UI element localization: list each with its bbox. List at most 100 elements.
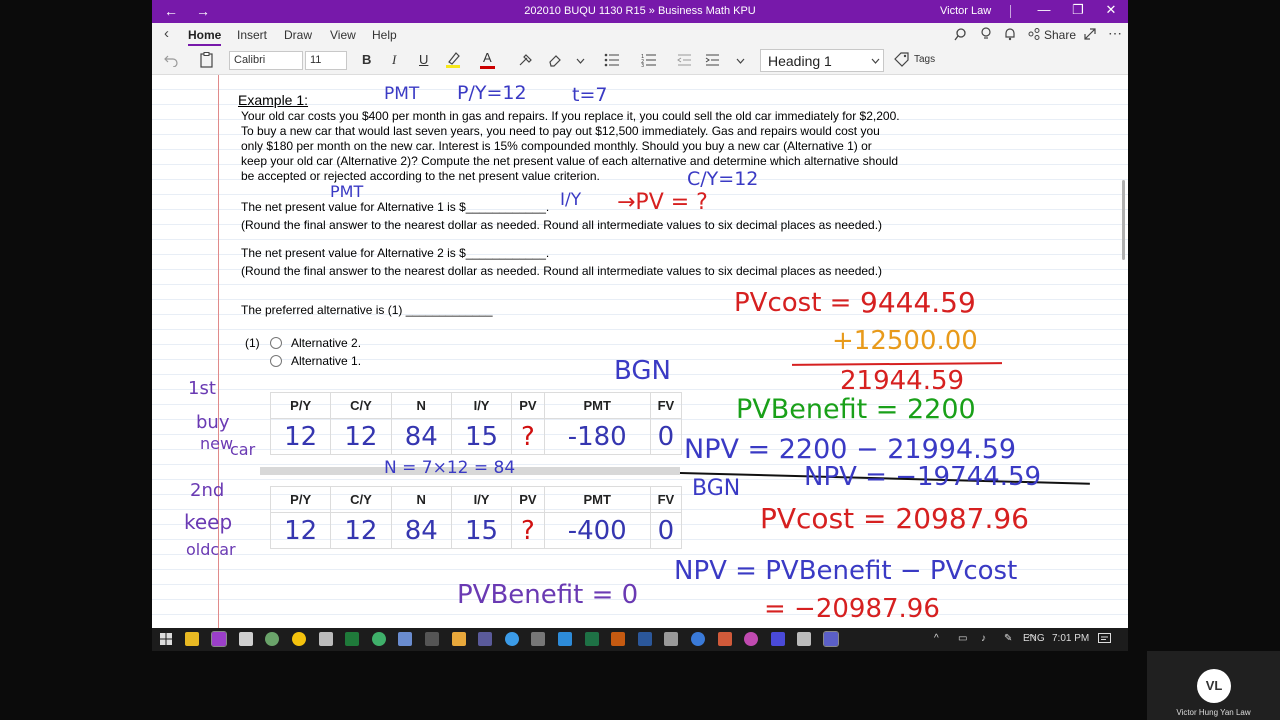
radio-alternative-2[interactable] [270, 337, 282, 349]
tab-help[interactable]: Help [372, 28, 397, 42]
underline-button[interactable]: U [419, 52, 428, 67]
format-painter-icon[interactable] [518, 52, 533, 67]
tab-home[interactable]: Home [188, 28, 222, 46]
search-icon[interactable] [954, 28, 967, 41]
restore-icon[interactable]: ❐ [1066, 2, 1090, 18]
cell-iy[interactable]: 15 [450, 512, 513, 549]
header-pv: PV [511, 392, 545, 419]
onenote-app-icon[interactable] [211, 631, 227, 647]
excel-icon[interactable] [585, 632, 599, 646]
font-name-field[interactable]: Calibri [229, 51, 303, 70]
tray-chevron-icon[interactable]: ^ [934, 633, 939, 644]
file-explorer-icon[interactable] [185, 632, 199, 646]
cell-fv[interactable]: 0 [649, 512, 683, 549]
bullet-list-icon[interactable] [604, 53, 620, 67]
app-icon-4[interactable] [265, 632, 279, 646]
chevron-left-icon[interactable]: ‹ [164, 25, 169, 42]
more-options-icon[interactable]: ⋯ [1108, 25, 1122, 42]
cell-cy[interactable]: 12 [330, 512, 392, 549]
chrome-icon[interactable] [292, 632, 306, 646]
cell-fv[interactable]: 0 [649, 418, 683, 455]
app-icon-3[interactable] [239, 632, 253, 646]
chevron-down-icon[interactable] [736, 58, 745, 64]
word-icon[interactable] [638, 632, 652, 646]
user-name[interactable]: Victor Law [940, 5, 991, 17]
share-icon[interactable] [1028, 28, 1040, 40]
app-icon-23[interactable] [771, 632, 785, 646]
chevron-down-icon[interactable] [871, 58, 880, 64]
app-icon-13[interactable] [505, 632, 519, 646]
ink-pvcost-1-sum: 21944.59 [840, 366, 965, 396]
app-icon-10[interactable] [425, 632, 439, 646]
numbered-list-icon[interactable]: 123 [641, 53, 657, 67]
italic-button[interactable]: I [392, 52, 396, 68]
volume-icon[interactable]: ♪ [981, 633, 986, 644]
undo-icon[interactable] [164, 54, 178, 67]
header-pmt: PMT [543, 486, 651, 513]
cell-n[interactable]: 84 [390, 512, 452, 549]
style-dropdown[interactable]: Heading 1 [760, 49, 884, 72]
header-fv: FV [649, 486, 683, 513]
ink-label-1st: 1st [188, 378, 216, 399]
preferred-blank[interactable]: _____________ [406, 303, 493, 317]
ink-iy-mid: I/Y [560, 190, 582, 210]
increase-indent-icon[interactable] [705, 53, 720, 67]
cell-py[interactable]: 12 [269, 512, 332, 549]
cell-py[interactable]: 12 [269, 418, 332, 455]
tag-icon[interactable] [894, 52, 909, 67]
close-icon[interactable]: ✕ [1099, 2, 1123, 18]
clock[interactable]: 7:01 PM [1052, 633, 1089, 644]
app-icon-20[interactable] [691, 632, 705, 646]
bold-button[interactable]: B [362, 52, 371, 67]
tab-view[interactable]: View [330, 28, 356, 42]
teams-icon[interactable] [823, 631, 839, 647]
tab-draw[interactable]: Draw [284, 28, 312, 42]
tags-button[interactable]: Tags [914, 54, 935, 65]
decrease-indent-icon[interactable] [677, 53, 692, 67]
app-icon-6[interactable] [319, 632, 333, 646]
notifications-icon[interactable] [1098, 633, 1111, 645]
language-indicator[interactable]: ENG [1023, 633, 1045, 644]
app-icon-7[interactable] [345, 632, 359, 646]
app-icon-15[interactable] [558, 632, 572, 646]
ink-pvcost-2: PVcost = 20987.96 [760, 502, 1029, 535]
app-icon-24[interactable] [797, 632, 811, 646]
answer-2-blank[interactable]: ____________. [466, 246, 549, 260]
cell-n[interactable]: 84 [390, 418, 452, 455]
chevron-down-icon[interactable] [576, 58, 585, 64]
battery-icon[interactable]: ▭ [958, 633, 967, 644]
radio-alternative-1[interactable] [270, 355, 282, 367]
clipboard-icon[interactable] [200, 52, 213, 68]
windows-start-icon[interactable] [160, 633, 172, 645]
cell-cy[interactable]: 12 [330, 418, 392, 455]
calculator-icon[interactable] [664, 632, 678, 646]
app-icon-17[interactable] [611, 632, 625, 646]
app-icon-12[interactable] [478, 632, 492, 646]
app-icon-14[interactable] [531, 632, 545, 646]
share-button[interactable]: Share [1044, 28, 1076, 42]
cell-pv[interactable]: ? [511, 512, 545, 549]
expand-icon[interactable] [1084, 28, 1096, 40]
font-color-button[interactable]: A [483, 50, 492, 65]
cell-iy[interactable]: 15 [450, 418, 513, 455]
eraser-icon[interactable] [548, 53, 562, 67]
cell-pv[interactable]: ? [511, 418, 545, 455]
bell-icon[interactable] [1004, 27, 1016, 41]
tab-insert[interactable]: Insert [237, 28, 267, 42]
ink-py-top: P/Y=12 [457, 82, 527, 104]
font-size-field[interactable]: 11 [305, 51, 347, 70]
pen-icon[interactable]: ✎ [1004, 633, 1012, 644]
app-icon-8[interactable] [372, 632, 386, 646]
app-icon-22[interactable] [744, 632, 758, 646]
cell-pmt[interactable]: -180 [543, 418, 651, 455]
answer-1-blank[interactable]: ____________. [466, 200, 549, 214]
app-icon-9[interactable] [398, 632, 412, 646]
cell-pmt[interactable]: -400 [543, 512, 651, 549]
highlighter-icon[interactable] [445, 51, 461, 69]
app-icon-11[interactable] [452, 632, 466, 646]
minimize-icon[interactable]: — [1032, 2, 1056, 17]
lightbulb-icon[interactable] [980, 27, 992, 41]
app-icon-21[interactable] [718, 632, 732, 646]
vertical-scrollbar[interactable] [1122, 180, 1125, 260]
note-heading: Example 1: [238, 92, 309, 108]
